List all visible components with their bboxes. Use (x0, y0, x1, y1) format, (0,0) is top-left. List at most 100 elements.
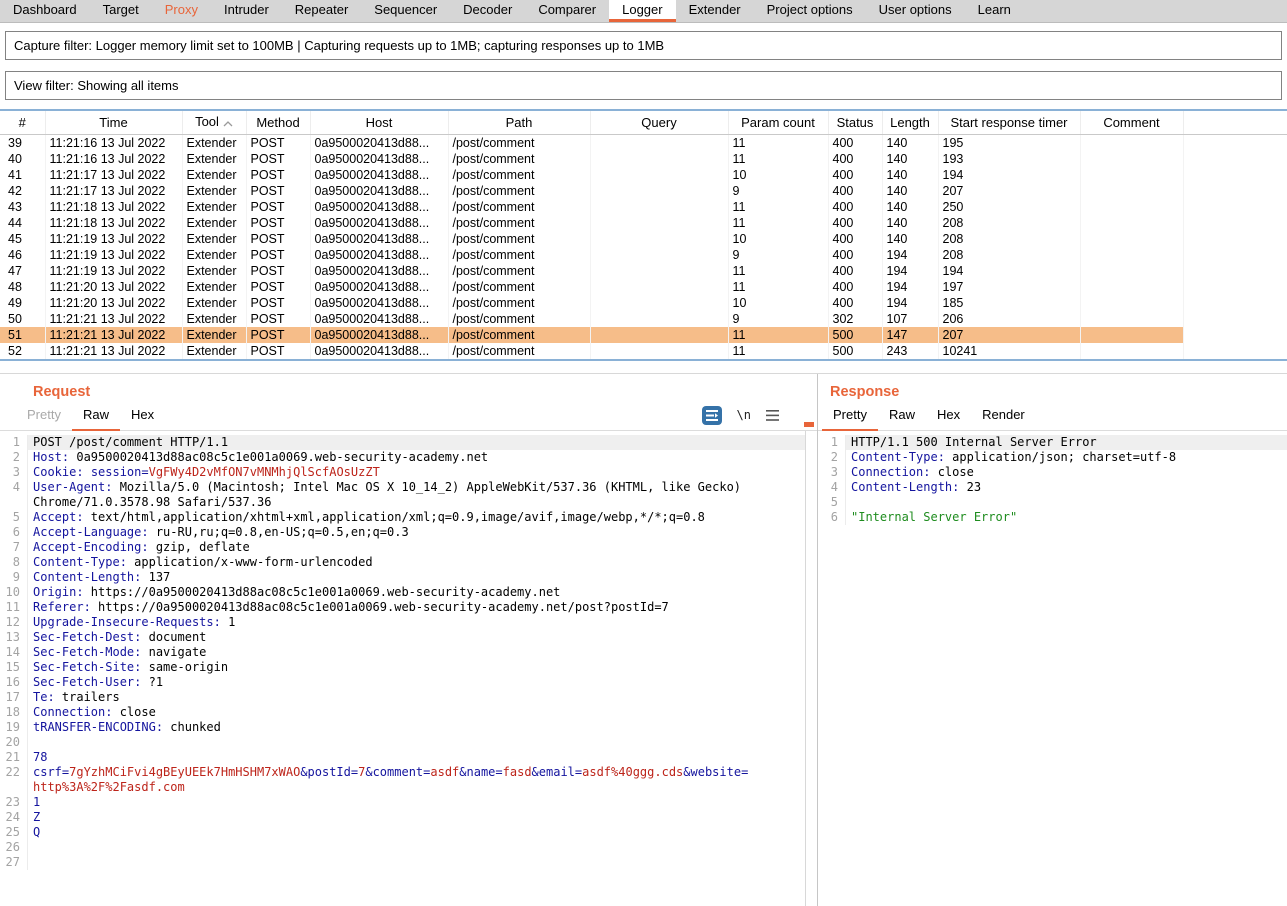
menu-icon[interactable] (766, 410, 779, 421)
table-row[interactable]: 3911:21:16 13 Jul 2022ExtenderPOST0a9500… (0, 135, 1287, 152)
cell-query (590, 263, 728, 279)
column-header-host[interactable]: Host (310, 111, 448, 135)
cell-host: 0a9500020413d88... (310, 343, 448, 359)
column-header-[interactable]: # (0, 111, 45, 135)
editor-line: 9Content-Length: 137 (0, 570, 805, 585)
line-number: 21 (0, 750, 28, 765)
main-tab-logger[interactable]: Logger (609, 0, 675, 22)
cell-tool: Extender (182, 215, 246, 231)
cell-length: 140 (882, 231, 938, 247)
column-header-status[interactable]: Status (828, 111, 882, 135)
editor-line: 8Content-Type: application/x-www-form-ur… (0, 555, 805, 570)
line-text: 1 (28, 795, 805, 810)
cell-tool: Extender (182, 327, 246, 343)
column-header-label: Tool (195, 114, 219, 129)
editor-line: 22csrf=7gYzhMCiFvi4gBEyUEEk7HmHSHM7xWAO&… (0, 765, 805, 780)
main-tab-extender[interactable]: Extender (676, 0, 754, 22)
table-row[interactable]: 5311:21:22 13 Jul 2022ExtenderPOST0a9500… (0, 359, 1287, 361)
cell-host: 0a9500020413d88... (310, 247, 448, 263)
column-header-path[interactable]: Path (448, 111, 590, 135)
view-filter-bar[interactable]: View filter: Showing all items (5, 71, 1282, 100)
cell-param_count: 9 (728, 183, 828, 199)
response-editor[interactable]: 1HTTP/1.1 500 Internal Server Error2Cont… (818, 431, 1287, 906)
editor-line: 5 (818, 495, 1287, 510)
table-row[interactable]: 4311:21:18 13 Jul 2022ExtenderPOST0a9500… (0, 199, 1287, 215)
line-text: Accept-Language: ru-RU,ru;q=0.8,en-US;q=… (28, 525, 805, 540)
cell-length: 194 (882, 279, 938, 295)
editor-line: 12Upgrade-Insecure-Requests: 1 (0, 615, 805, 630)
column-header-time[interactable]: Time (45, 111, 182, 135)
response-tab-hex[interactable]: Hex (926, 400, 971, 431)
main-tab-learn[interactable]: Learn (965, 0, 1024, 22)
cell-length: 147 (882, 327, 938, 343)
syntax-highlight-icon[interactable] (702, 406, 722, 425)
main-tab-target[interactable]: Target (90, 0, 152, 22)
request-editor-toolbar: \n (702, 400, 807, 430)
cell-status: 400 (828, 247, 882, 263)
table-row[interactable]: 4811:21:20 13 Jul 2022ExtenderPOST0a9500… (0, 279, 1287, 295)
cell-length: 194 (882, 247, 938, 263)
main-tab-user-options[interactable]: User options (866, 0, 965, 22)
table-row[interactable]: 4911:21:20 13 Jul 2022ExtenderPOST0a9500… (0, 295, 1287, 311)
cell-method: POST (246, 231, 310, 247)
table-row[interactable]: 5211:21:21 13 Jul 2022ExtenderPOST0a9500… (0, 343, 1287, 359)
message-editor-panes: Request PrettyRawHex \n (0, 373, 1287, 906)
main-tab-repeater[interactable]: Repeater (282, 0, 361, 22)
line-text: tRANSFER-ENCODING: chunked (28, 720, 805, 735)
column-header-comment[interactable]: Comment (1080, 111, 1183, 135)
cell-method: POST (246, 295, 310, 311)
cell-filler (1183, 327, 1287, 343)
main-tab-dashboard[interactable]: Dashboard (0, 0, 90, 22)
request-tab-pretty[interactable]: Pretty (16, 400, 72, 431)
main-tab-project-options[interactable]: Project options (754, 0, 866, 22)
table-row[interactable]: 4611:21:19 13 Jul 2022ExtenderPOST0a9500… (0, 247, 1287, 263)
line-text: Sec-Fetch-User: ?1 (28, 675, 805, 690)
line-number: 19 (0, 720, 28, 735)
newline-icon[interactable]: \n (737, 408, 751, 422)
main-tab-comparer[interactable]: Comparer (525, 0, 609, 22)
table-row[interactable]: 4211:21:17 13 Jul 2022ExtenderPOST0a9500… (0, 183, 1287, 199)
request-tab-hex[interactable]: Hex (120, 400, 165, 431)
table-row[interactable]: 5011:21:21 13 Jul 2022ExtenderPOST0a9500… (0, 311, 1287, 327)
splitter-grip[interactable] (804, 422, 814, 427)
capture-filter-bar[interactable]: Capture filter: Logger memory limit set … (5, 31, 1282, 60)
line-number: 17 (0, 690, 28, 705)
request-tab-raw[interactable]: Raw (72, 400, 120, 431)
table-row[interactable]: 4711:21:19 13 Jul 2022ExtenderPOST0a9500… (0, 263, 1287, 279)
column-header-label: Time (99, 115, 127, 130)
column-header-param-count[interactable]: Param count (728, 111, 828, 135)
column-header-start-response-timer[interactable]: Start response timer (938, 111, 1080, 135)
main-tab-sequencer[interactable]: Sequencer (361, 0, 450, 22)
cell-tool: Extender (182, 183, 246, 199)
table-row[interactable]: 4411:21:18 13 Jul 2022ExtenderPOST0a9500… (0, 215, 1287, 231)
cell-path: /post/comment (448, 183, 590, 199)
column-header-label: Method (256, 115, 299, 130)
cell-host: 0a9500020413d88... (310, 215, 448, 231)
line-text: Content-Type: application/json; charset=… (846, 450, 1287, 465)
main-tab-proxy[interactable]: Proxy (152, 0, 211, 22)
table-row[interactable]: 4511:21:19 13 Jul 2022ExtenderPOST0a9500… (0, 231, 1287, 247)
cell-num: 40 (0, 151, 45, 167)
cell-time: 11:21:17 13 Jul 2022 (45, 183, 182, 199)
main-tab-decoder[interactable]: Decoder (450, 0, 525, 22)
column-header-tool[interactable]: Tool (182, 111, 246, 135)
response-tab-raw[interactable]: Raw (878, 400, 926, 431)
cell-host: 0a9500020413d88... (310, 295, 448, 311)
column-header-length[interactable]: Length (882, 111, 938, 135)
column-header-method[interactable]: Method (246, 111, 310, 135)
line-number: 18 (0, 705, 28, 720)
response-tab-pretty[interactable]: Pretty (822, 400, 878, 431)
main-tab-intruder[interactable]: Intruder (211, 0, 282, 22)
line-number: 22 (0, 765, 28, 780)
table-row[interactable]: 5111:21:21 13 Jul 2022ExtenderPOST0a9500… (0, 327, 1287, 343)
cell-length: 140 (882, 215, 938, 231)
response-tab-render[interactable]: Render (971, 400, 1036, 431)
table-row[interactable]: 4111:21:17 13 Jul 2022ExtenderPOST0a9500… (0, 167, 1287, 183)
cell-param_count: 11 (728, 359, 828, 361)
cell-status: 400 (828, 263, 882, 279)
cell-path: /post/comment (448, 295, 590, 311)
request-editor[interactable]: 1POST /post/comment HTTP/1.12Host: 0a950… (0, 431, 806, 906)
column-header-query[interactable]: Query (590, 111, 728, 135)
editor-line: 7Accept-Encoding: gzip, deflate (0, 540, 805, 555)
table-row[interactable]: 4011:21:16 13 Jul 2022ExtenderPOST0a9500… (0, 151, 1287, 167)
